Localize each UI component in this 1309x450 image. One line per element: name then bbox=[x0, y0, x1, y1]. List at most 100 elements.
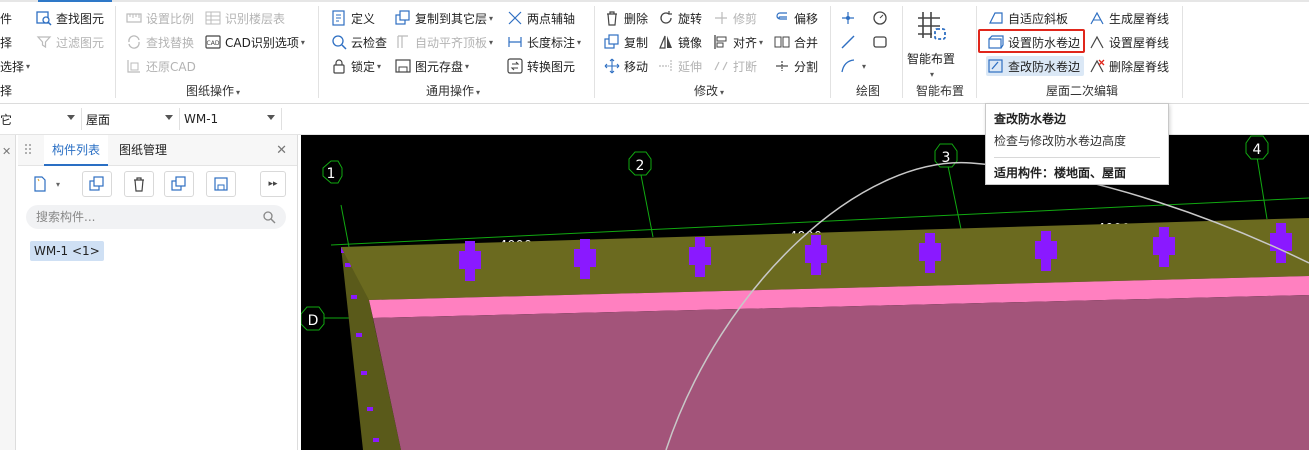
component-name-combo[interactable]: WM-1 bbox=[180, 108, 282, 130]
trim-button[interactable]: 修剪 bbox=[713, 8, 757, 28]
category-combo[interactable]: 它 bbox=[0, 108, 82, 130]
restore-cad-button[interactable]: 还原CAD bbox=[126, 56, 196, 76]
delete-ridge-icon bbox=[1089, 58, 1105, 74]
lock-button[interactable]: 锁定 ▾ bbox=[331, 56, 381, 76]
convert-element-button[interactable]: 转换图元 bbox=[507, 56, 575, 76]
convert-icon bbox=[507, 58, 523, 74]
recognize-floors-button[interactable]: 识别楼层表 bbox=[205, 8, 285, 28]
highlight-box bbox=[978, 29, 1085, 53]
delete-icon bbox=[604, 10, 620, 26]
new-file-icon bbox=[34, 176, 46, 192]
search-icon[interactable] bbox=[262, 210, 276, 224]
split-button[interactable]: 分割 bbox=[774, 56, 818, 76]
merge-button[interactable]: 合并 bbox=[774, 32, 818, 52]
ribbon-item-truncated-2[interactable]: 择 bbox=[0, 32, 12, 52]
break-button[interactable]: 打断 bbox=[713, 56, 757, 76]
extend-button[interactable]: 延伸 bbox=[658, 56, 702, 76]
auto-level-button[interactable]: 自动平齐顶板 ▾ bbox=[395, 32, 493, 52]
ribbon-item-truncated-1[interactable]: 件 bbox=[0, 8, 12, 28]
set-scale-button[interactable]: 设置比例 bbox=[126, 8, 194, 28]
tab-drawing-management[interactable]: 图纸管理 bbox=[111, 135, 175, 166]
group-label-smart-layout: 智能布置 bbox=[916, 84, 965, 98]
double-chevron-right-icon: ▸▸ bbox=[268, 179, 278, 189]
cad-options-button[interactable]: CAD CAD识别选项 ▾ bbox=[205, 32, 305, 52]
copy-icon bbox=[604, 34, 620, 50]
group-separator bbox=[830, 6, 831, 98]
set-ridge-button[interactable]: 设置屋脊线 bbox=[1089, 32, 1169, 52]
smart-layout-button[interactable] bbox=[914, 8, 950, 44]
ribbon-group-label-truncated: 择 bbox=[0, 83, 13, 98]
group-label-modify: 修改 ▾ bbox=[694, 84, 725, 98]
edit-waterproof-button[interactable]: 查改防水卷边 bbox=[986, 56, 1084, 76]
define-button[interactable]: 定义 bbox=[331, 8, 375, 28]
find-replace-button[interactable]: 查找替换 bbox=[126, 32, 194, 52]
axis-bubble-d: D bbox=[301, 306, 325, 331]
more-button[interactable]: ▸▸ bbox=[260, 171, 286, 197]
close-icon[interactable]: ✕ bbox=[2, 145, 11, 158]
move-button[interactable]: 移动 bbox=[604, 56, 648, 76]
save-component-button[interactable] bbox=[206, 171, 236, 197]
rotate-button[interactable]: 旋转 bbox=[658, 8, 702, 28]
axis-icon bbox=[507, 10, 523, 26]
ribbon-item-truncated-3[interactable]: 选择 ▾ bbox=[0, 56, 30, 76]
table-icon bbox=[205, 10, 221, 26]
draw-line-button[interactable] bbox=[840, 32, 860, 52]
adaptive-slope-button[interactable]: 自适应斜板 bbox=[988, 8, 1068, 28]
axis-bubble-4: 4 bbox=[1245, 135, 1269, 160]
delete-button[interactable]: 删除 bbox=[604, 8, 648, 28]
filter-element-button[interactable]: 过滤图元 bbox=[36, 32, 104, 52]
svg-text:CAD: CAD bbox=[207, 40, 220, 47]
group-label-common-ops: 通用操作 ▾ bbox=[426, 84, 481, 98]
offset-button[interactable]: 偏移 bbox=[774, 8, 818, 28]
split-icon bbox=[774, 58, 790, 74]
duplicate-component-button[interactable] bbox=[164, 171, 194, 197]
find-replace-icon bbox=[126, 34, 142, 50]
tab-component-list[interactable]: 构件列表 bbox=[44, 135, 109, 166]
delete-ridge-button[interactable]: 删除屋脊线 bbox=[1089, 56, 1169, 76]
align-button[interactable]: 对齐 ▾ bbox=[713, 32, 763, 52]
cloud-check-icon bbox=[331, 34, 347, 50]
copy-to-floor-button[interactable]: 复制到其它层 ▾ bbox=[395, 8, 493, 28]
close-icon[interactable]: ✕ bbox=[276, 143, 287, 158]
tooltip-description: 检查与修改防水卷边高度 bbox=[994, 134, 1127, 148]
smart-layout-caret[interactable]: ▾ bbox=[928, 64, 934, 84]
new-component-button[interactable]: ▾ bbox=[32, 171, 74, 197]
copy-button[interactable]: 复制 bbox=[604, 32, 648, 52]
ribbon: 件 择 选择 ▾ 择 查找图元 过滤图元 设置比例 识别楼层表 查找替换 CAD … bbox=[0, 0, 1309, 104]
delete-component-button[interactable] bbox=[124, 171, 154, 197]
chevron-down-icon bbox=[165, 115, 173, 120]
merge-icon bbox=[774, 34, 790, 50]
component-type-combo[interactable]: 屋面 bbox=[82, 108, 180, 130]
duplicate-icon bbox=[171, 176, 186, 191]
element-store-button[interactable]: 图元存盘 ▾ bbox=[395, 56, 469, 76]
extend-icon bbox=[658, 58, 674, 74]
group-separator bbox=[318, 6, 319, 98]
draw-point-button[interactable] bbox=[840, 8, 860, 28]
tooltip-divider bbox=[994, 157, 1160, 158]
set-ridge-icon bbox=[1089, 34, 1105, 50]
lock-icon bbox=[331, 58, 347, 74]
two-point-axis-button[interactable]: 两点辅轴 bbox=[507, 8, 575, 28]
axis-bubble-2: 2 bbox=[628, 151, 652, 176]
mirror-button[interactable]: 镜像 bbox=[658, 32, 702, 52]
group-label-draw: 绘图 bbox=[856, 84, 881, 98]
chevron-down-icon bbox=[67, 115, 75, 120]
find-element-button[interactable]: 查找图元 bbox=[36, 8, 104, 28]
draw-circle-button[interactable] bbox=[872, 8, 892, 28]
search-input[interactable] bbox=[26, 205, 286, 229]
draw-arc-button[interactable]: ▾ bbox=[840, 56, 866, 76]
gen-ridge-button[interactable]: 生成屋脊线 bbox=[1089, 8, 1169, 28]
length-dim-button[interactable]: 长度标注 ▾ bbox=[507, 32, 581, 52]
slab-body bbox=[373, 295, 1309, 450]
offset-icon bbox=[774, 10, 790, 26]
draw-rect-button[interactable] bbox=[872, 32, 892, 52]
cloud-check-button[interactable]: 云检查 bbox=[331, 32, 387, 52]
panel-toolbar: ▾ ▸▸ bbox=[18, 171, 298, 197]
drag-handle-icon[interactable] bbox=[23, 143, 33, 157]
cad-icon: CAD bbox=[205, 34, 221, 50]
component-panel: 构件列表 图纸管理 ✕ ▾ ▸▸ WM-1 <1> bbox=[18, 135, 298, 450]
copy-component-button[interactable] bbox=[82, 171, 112, 197]
chevron-down-icon bbox=[267, 115, 275, 120]
break-icon bbox=[713, 58, 729, 74]
list-item[interactable]: WM-1 <1> bbox=[30, 241, 104, 261]
